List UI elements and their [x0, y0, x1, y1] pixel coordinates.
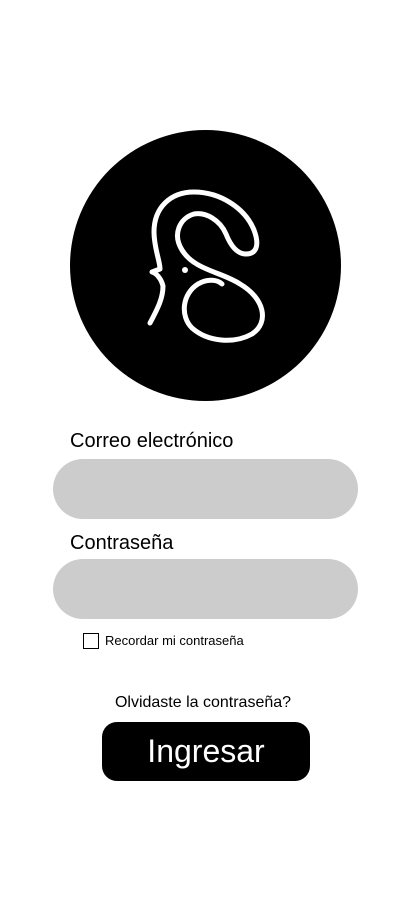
remember-row: Recordar mi contraseña — [83, 632, 244, 650]
logo — [70, 130, 341, 401]
forgot-password-link[interactable]: Olvidaste la contraseña? — [0, 693, 406, 713]
password-input[interactable] — [53, 559, 358, 619]
email-label: Correo electrónico — [70, 430, 234, 452]
email-input[interactable] — [53, 459, 358, 519]
remember-checkbox[interactable] — [83, 633, 99, 649]
remember-label: Recordar mi contraseña — [105, 633, 244, 648]
login-button[interactable]: Ingresar — [102, 722, 310, 781]
password-label: Contraseña — [70, 532, 174, 554]
elephant-s-logo-icon — [147, 189, 265, 343]
